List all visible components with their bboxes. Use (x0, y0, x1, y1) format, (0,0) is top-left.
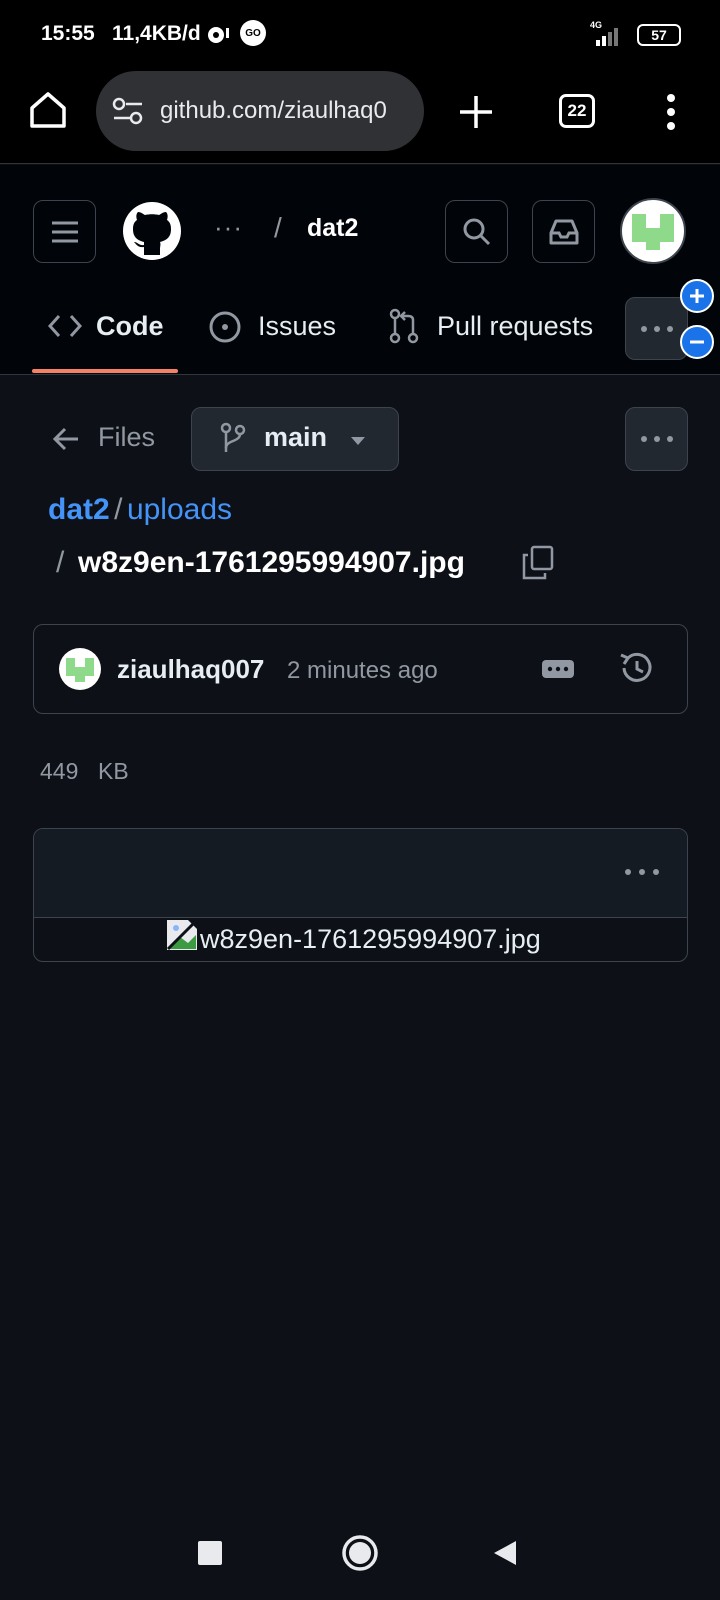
path-folder-link[interactable]: uploads (127, 493, 232, 526)
active-tab-indicator (32, 369, 178, 373)
broken-image-icon (166, 919, 198, 951)
ellipsis-icon (547, 666, 569, 672)
search-icon (463, 218, 490, 245)
new-tab-icon[interactable] (458, 94, 494, 130)
recents-icon[interactable] (198, 1541, 222, 1565)
hamburger-icon (51, 221, 78, 242)
tab-issues[interactable]: Issues (258, 311, 336, 342)
hamburger-menu-button[interactable] (33, 200, 96, 263)
file-name: w8z9en-1761295994907.jpg (78, 546, 465, 579)
code-icon (48, 314, 82, 338)
identicon-icon (66, 658, 94, 682)
battery-level: 57 (651, 27, 667, 43)
history-icon[interactable] (618, 651, 654, 685)
copy-path-icon[interactable] (521, 545, 555, 581)
issues-icon (209, 311, 241, 343)
file-size-unit: KB (98, 758, 129, 784)
user-avatar[interactable] (620, 198, 686, 264)
path-separator: / (114, 493, 123, 526)
branch-name: main (264, 422, 328, 452)
minus-icon (690, 340, 704, 344)
zoom-out-button[interactable] (680, 325, 714, 359)
browser-menu-icon[interactable] (664, 92, 678, 132)
battery-icon: 57 (637, 24, 681, 46)
more-tabs-button[interactable] (625, 297, 688, 360)
back-arrow-icon[interactable] (52, 426, 80, 452)
repo-name-link[interactable]: dat2 (307, 214, 358, 243)
commit-author-avatar[interactable] (59, 648, 101, 690)
site-settings-icon[interactable] (112, 96, 144, 126)
tab-switcher-button[interactable]: 22 (559, 94, 595, 128)
more-icon (640, 325, 673, 332)
go-badge: GO (240, 20, 266, 46)
pull-request-icon (389, 308, 419, 344)
commit-time: 2 minutes ago (287, 657, 438, 684)
notification-icon (208, 27, 229, 43)
status-time: 15:55 (41, 22, 95, 45)
home-nav-icon[interactable] (341, 1534, 379, 1572)
back-nav-icon[interactable] (492, 1539, 518, 1567)
github-logo-icon[interactable] (122, 201, 182, 261)
image-alt-text: w8z9en-1761295994907.jpg (200, 924, 541, 954)
more-icon (640, 436, 673, 442)
path-breadcrumb: dat2 / uploads (48, 493, 232, 527)
url-text[interactable]: github.com/ziaulhaq0 (160, 97, 410, 125)
path-repo-link[interactable]: dat2 (48, 493, 110, 526)
file-options-button[interactable] (625, 407, 688, 471)
zoom-in-button[interactable] (680, 279, 714, 313)
tab-pull-requests[interactable]: Pull requests (437, 311, 593, 342)
inbox-icon (549, 219, 578, 244)
commit-author[interactable]: ziaulhaq007 (117, 654, 264, 685)
home-icon[interactable] (28, 90, 68, 130)
file-size-value: 449 (40, 758, 79, 784)
breadcrumb-ellipsis[interactable]: ··· (214, 212, 243, 243)
file-separator: / (56, 546, 65, 579)
inbox-button[interactable] (532, 200, 595, 263)
plus-icon (690, 289, 704, 303)
signal-icon (596, 28, 618, 46)
search-button[interactable] (445, 200, 508, 263)
file-viewer-header (34, 829, 687, 918)
breadcrumb-separator: / (274, 212, 282, 243)
network-speed: 11,4KB/d (112, 22, 201, 45)
files-button[interactable]: Files (98, 422, 155, 453)
triangle-down-icon (351, 437, 365, 445)
commit-message-expand-button[interactable] (542, 660, 574, 678)
viewer-more-icon[interactable] (624, 868, 660, 876)
identicon-icon (632, 214, 674, 250)
git-branch-icon (220, 422, 246, 452)
tab-code[interactable]: Code (96, 311, 164, 342)
github-header (0, 165, 720, 375)
